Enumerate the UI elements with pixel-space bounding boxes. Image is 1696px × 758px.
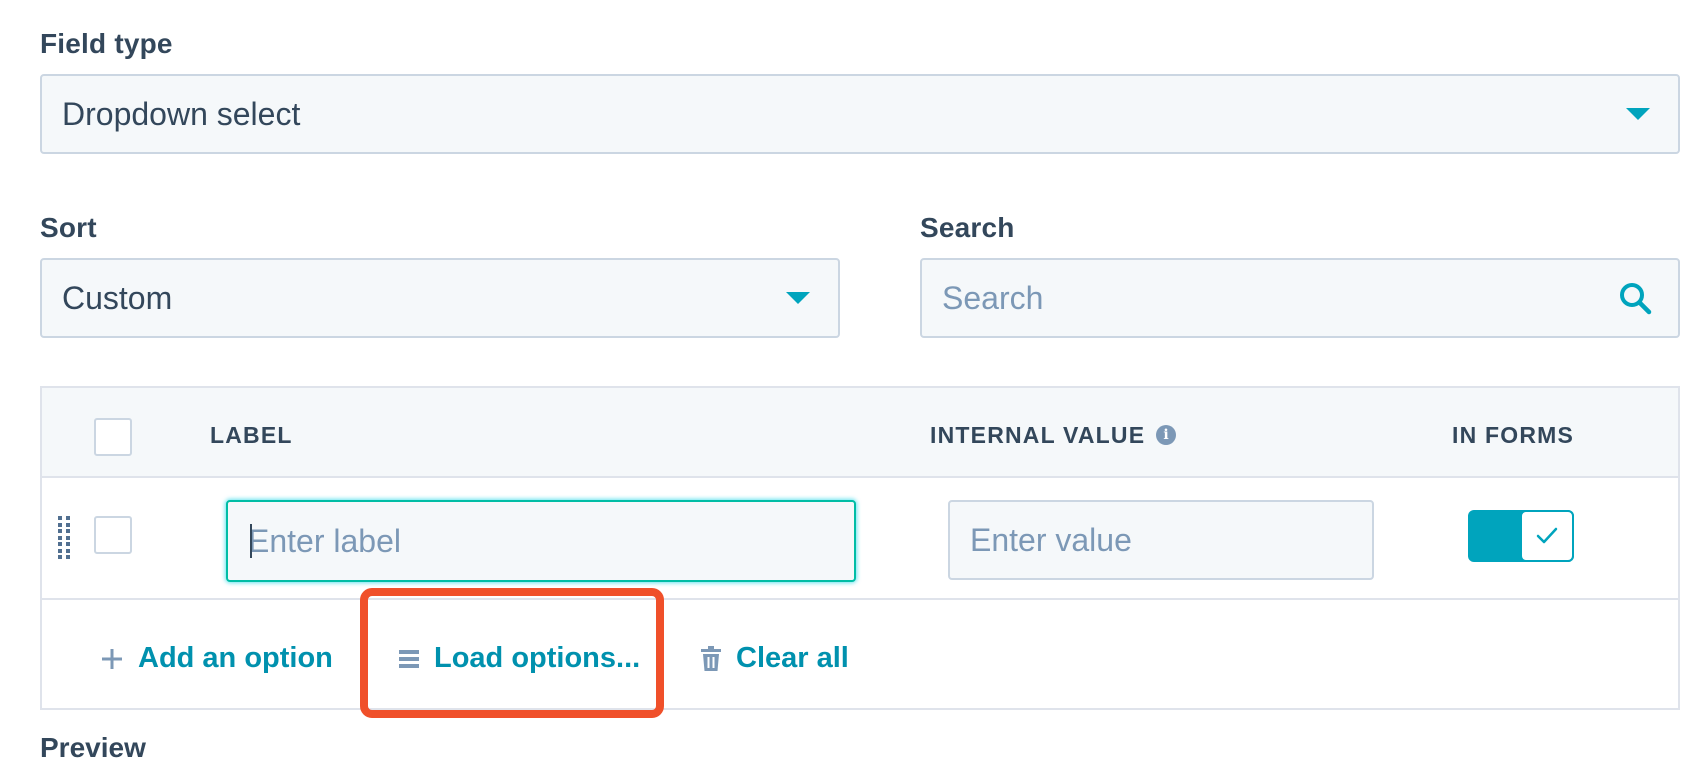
in-forms-toggle[interactable] (1468, 510, 1574, 562)
options-table: LABEL INTERNAL VALUE i IN FORMS Add an o… (40, 386, 1680, 710)
trash-icon (700, 645, 722, 672)
select-all-checkbox[interactable] (94, 418, 132, 456)
clear-all-button[interactable]: Clear all (700, 642, 849, 675)
text-cursor (250, 524, 252, 558)
add-option-button[interactable]: Add an option (100, 642, 333, 675)
add-option-label: Add an option (138, 642, 333, 674)
column-header-label: LABEL (210, 422, 293, 448)
sort-select[interactable]: Custom (40, 258, 840, 338)
plus-icon (100, 647, 124, 671)
clear-all-label: Clear all (736, 642, 849, 674)
drag-handle-icon[interactable] (58, 516, 72, 560)
preview-label: Preview (40, 732, 146, 758)
table-header: LABEL INTERNAL VALUE i IN FORMS (42, 388, 1678, 478)
search-field[interactable] (920, 258, 1680, 338)
info-icon[interactable]: i (1156, 425, 1176, 445)
check-icon (1536, 527, 1558, 544)
chevron-down-icon (786, 292, 810, 304)
sort-value: Custom (62, 279, 173, 316)
field-type-label: Field type (40, 28, 173, 59)
search-icon[interactable] (1618, 281, 1652, 315)
field-type-select[interactable]: Dropdown select (40, 74, 1680, 154)
column-header-in-forms: IN FORMS (1452, 422, 1575, 448)
table-row (42, 478, 1678, 600)
highlight-box (360, 588, 664, 718)
option-value-input[interactable] (948, 500, 1374, 580)
column-header-internal-value: INTERNAL VALUE (930, 422, 1146, 448)
chevron-down-icon (1626, 108, 1650, 120)
field-type-value: Dropdown select (62, 95, 301, 132)
sort-label: Sort (40, 212, 97, 243)
row-checkbox[interactable] (94, 516, 132, 554)
toggle-knob (1520, 510, 1574, 562)
option-label-input[interactable] (226, 500, 856, 582)
search-label: Search (920, 212, 1015, 243)
search-input[interactable] (922, 279, 1618, 317)
